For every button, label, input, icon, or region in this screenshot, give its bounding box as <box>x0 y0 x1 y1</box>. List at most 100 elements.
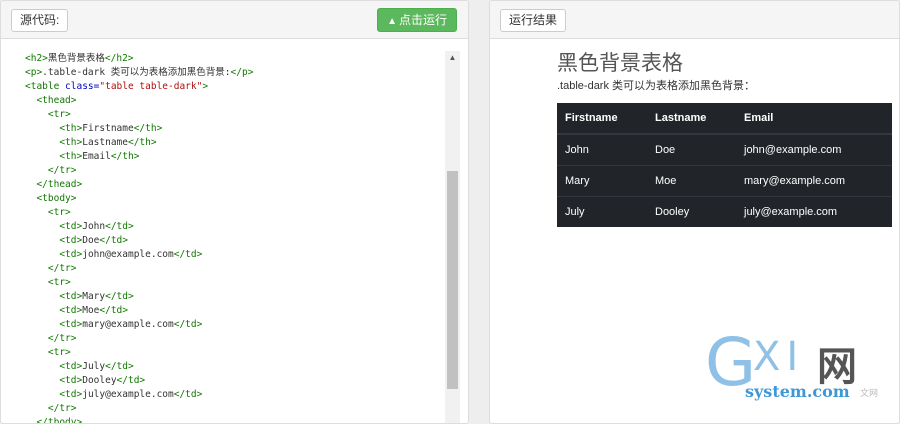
cell-email: july@example.com <box>736 195 892 227</box>
code-line: <tr> <box>25 108 445 122</box>
code-token: <p> <box>25 67 43 78</box>
code-line: </tbody> <box>25 416 445 424</box>
watermark-site: system.com <box>745 382 850 401</box>
code-token: <tr> <box>47 207 71 218</box>
code-token: </thead> <box>36 179 83 190</box>
run-result-button[interactable]: 运行结果 <box>500 9 567 32</box>
result-content: 黑色背景表格 .table-dark 类可以为表格添加黑色背景： Firstna… <box>557 39 892 227</box>
result-description: .table-dark 类可以为表格添加黑色背景： <box>557 80 756 92</box>
code-token: <td> <box>59 361 83 372</box>
cell-lastname: Moe <box>647 164 736 196</box>
code-token: </th> <box>133 123 163 134</box>
code-line: <td>mary@example.com</td> <box>25 318 445 332</box>
code-line: </tr> <box>25 164 445 178</box>
cell-firstname: Mary <box>557 164 647 196</box>
code-line: <tr> <box>25 206 445 220</box>
code-token: <th> <box>59 151 83 162</box>
source-code-button[interactable]: 源代码: <box>11 9 69 32</box>
code-line: <h2>黑色背景表格</h2> <box>25 52 445 66</box>
code-token: 黑色背景表格 <box>47 53 105 64</box>
code-editor[interactable]: <h2>黑色背景表格</h2> <p>.table-dark 类可以为表格添加黑色… <box>1 39 445 423</box>
code-token: </td> <box>99 235 128 246</box>
code-token: > <box>202 81 209 92</box>
cell-lastname: Dooley <box>647 195 736 227</box>
watermark-small: 文网 <box>860 388 879 398</box>
dark-table: Firstname Lastname Email John Doe john@e… <box>557 103 892 227</box>
code-token: <td> <box>59 235 83 246</box>
code-line: <table class="table table-dark"> <box>25 80 445 94</box>
code-token: <th> <box>59 123 83 134</box>
code-line: <td>Moe</td> <box>25 304 445 318</box>
table-header-row: Firstname Lastname Email <box>557 103 892 135</box>
code-token: <h2> <box>25 53 48 64</box>
code-line: </tr> <box>25 332 445 346</box>
code-line: <th>Firstname</th> <box>25 122 445 136</box>
code-token: Firstname <box>82 123 134 134</box>
code-token: <td> <box>59 291 83 302</box>
code-token: .table-dark 类可以为表格添加黑色背景: <box>42 67 231 78</box>
code-line: <thead> <box>25 94 445 108</box>
code-line: </tr> <box>25 262 445 276</box>
code-token: </th> <box>127 137 157 148</box>
code-line: </tr> <box>25 402 445 416</box>
source-code-panel: 源代码: ▲ 点击运行 <h2>黑色背景表格</h2> <p>.table-dark… <box>0 0 469 424</box>
code-token: </td> <box>105 221 134 232</box>
code-token: <td> <box>59 389 83 400</box>
scroll-up-arrow-icon[interactable]: ▲ <box>445 51 460 65</box>
scroll-thumb[interactable] <box>447 171 458 389</box>
code-token: </tr> <box>47 263 77 274</box>
code-line: <td>Doe</td> <box>25 234 445 248</box>
code-token: <td> <box>59 221 83 232</box>
code-token: Mary <box>82 291 106 302</box>
code-line: <th>Email</th> <box>25 150 445 164</box>
header-email: Email <box>736 103 892 135</box>
header-firstname: Firstname <box>557 103 647 135</box>
code-token: </td> <box>116 375 146 386</box>
code-scrollbar[interactable]: ▲ <box>445 51 460 423</box>
code-token: "table table-dark" <box>99 81 203 92</box>
code-token: class= <box>65 81 100 92</box>
code-token: Moe <box>82 305 100 316</box>
run-button[interactable]: ▲ 点击运行 <box>377 8 457 32</box>
code-token: Email <box>82 151 111 162</box>
table-row: John Doe john@example.com <box>557 133 892 165</box>
code-token: </h2> <box>104 53 134 64</box>
code-token: </tbody> <box>36 417 83 424</box>
cell-lastname: Doe <box>647 133 736 165</box>
watermark-xi: XI <box>753 334 805 380</box>
code-token: <tbody> <box>36 193 77 204</box>
code-line: <td>Mary</td> <box>25 290 445 304</box>
code-token: Dooley <box>82 375 117 386</box>
code-token: Lastname <box>82 137 128 148</box>
code-line: <td>john@example.com</td> <box>25 248 445 262</box>
code-line: <tr> <box>25 346 445 360</box>
code-token: </td> <box>173 319 203 330</box>
code-line: <tbody> <box>25 192 445 206</box>
code-token: </th> <box>110 151 140 162</box>
code-token: july@example.com <box>82 389 174 400</box>
cell-firstname: John <box>557 133 647 165</box>
code-token: <tr> <box>47 277 71 288</box>
code-token: <tr> <box>47 109 71 120</box>
page-root: 源代码: ▲ 点击运行 <h2>黑色背景表格</h2> <p>.table-dark… <box>0 0 900 424</box>
code-token: <tr> <box>47 347 71 358</box>
code-token: <table <box>25 81 66 92</box>
code-token: </tr> <box>47 333 77 344</box>
code-line: <td>July</td> <box>25 360 445 374</box>
code-token: </td> <box>105 291 134 302</box>
